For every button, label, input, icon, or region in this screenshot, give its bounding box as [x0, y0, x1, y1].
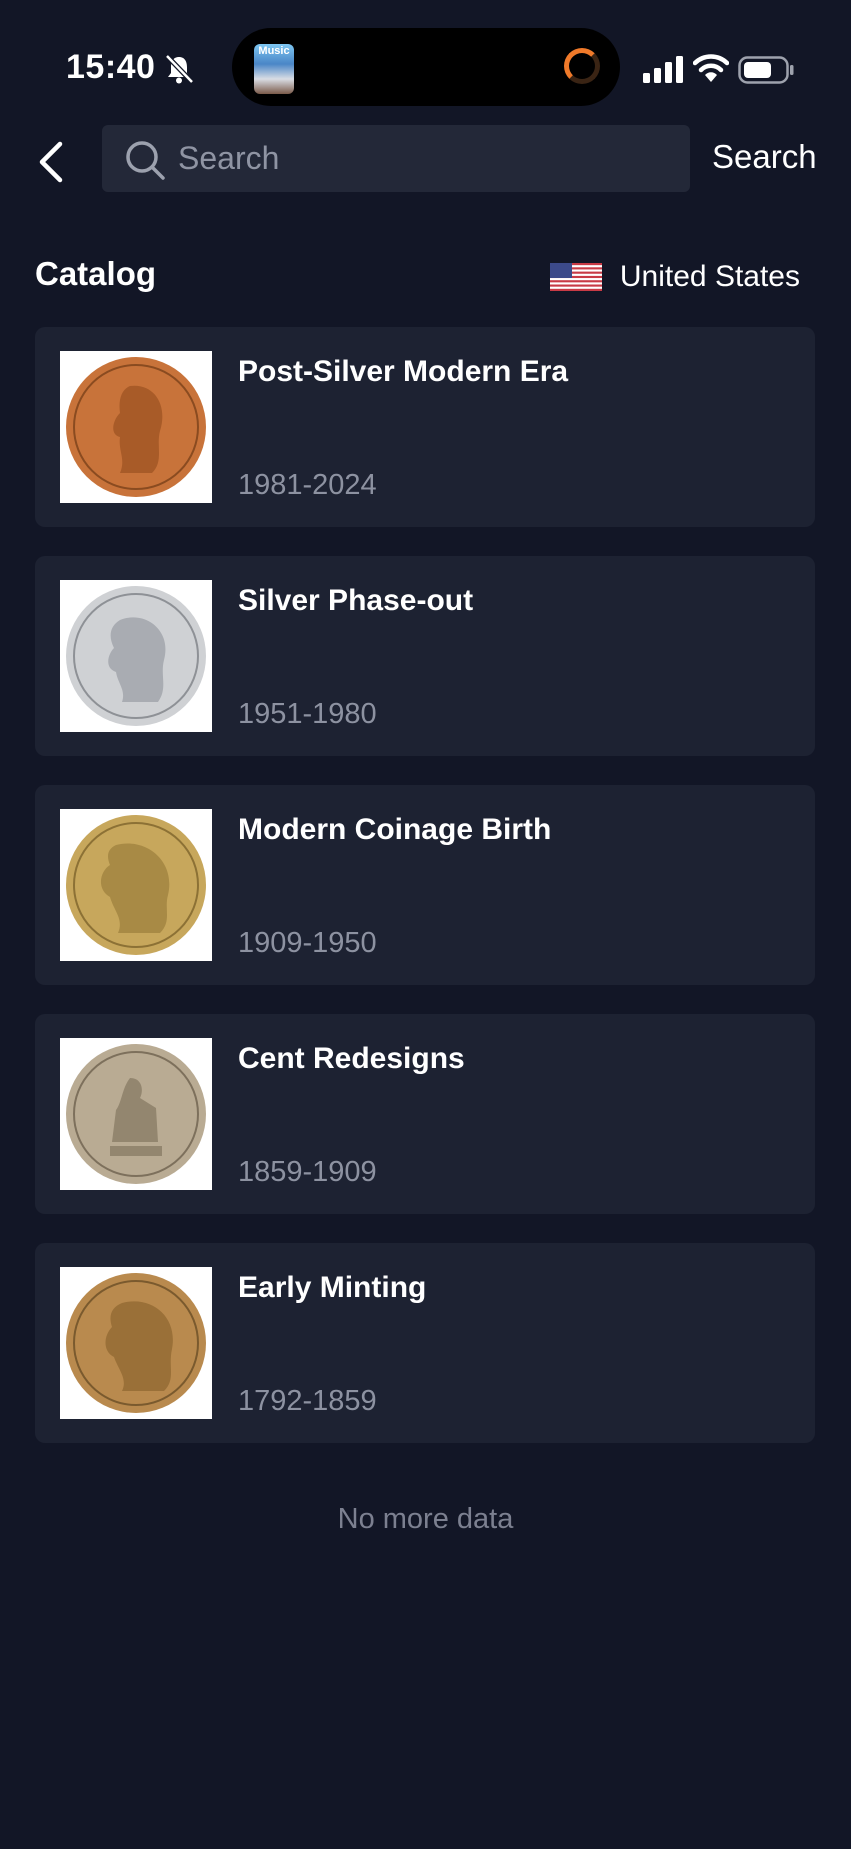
battery-icon — [738, 56, 794, 84]
era-title: Modern Coinage Birth — [238, 813, 552, 846]
catalog-header: Catalog United States — [35, 255, 800, 305]
era-list: Post-Silver Modern Era 1981-2024 Silver … — [35, 327, 815, 1472]
coin-thumbnail — [60, 809, 212, 961]
country-selector[interactable]: United States — [549, 257, 800, 297]
status-time: 15:40 — [66, 48, 156, 86]
era-years: 1909-1950 — [238, 927, 377, 959]
era-title: Post-Silver Modern Era — [238, 355, 569, 388]
coin-thumbnail — [60, 580, 212, 732]
search-bar[interactable] — [102, 125, 690, 192]
wifi-icon — [693, 54, 729, 82]
status-bar: 15:40 Music — [0, 0, 851, 130]
era-title: Silver Phase-out — [238, 584, 474, 617]
back-arrow-icon[interactable] — [30, 138, 74, 186]
end-of-list-text: No more data — [337, 1503, 514, 1535]
era-card-early-minting[interactable]: Early Minting 1792-1859 — [35, 1243, 815, 1443]
era-card-cent-redesigns[interactable]: Cent Redesigns 1859-1909 — [35, 1014, 815, 1214]
coin-image — [66, 1273, 206, 1413]
coin-image — [66, 357, 206, 497]
coin-thumbnail — [60, 351, 212, 503]
coin-image — [66, 1044, 206, 1184]
signal-icon — [643, 56, 683, 83]
era-years: 1951-1980 — [238, 698, 377, 730]
us-flag-icon — [549, 263, 602, 291]
era-years: 1792-1859 — [238, 1385, 377, 1417]
bell-slash-icon — [165, 54, 194, 84]
coin-image — [66, 815, 206, 955]
era-years: 1859-1909 — [238, 1156, 377, 1188]
coin-thumbnail — [60, 1267, 212, 1419]
era-card-silver-phase-out[interactable]: Silver Phase-out 1951-1980 — [35, 556, 815, 756]
search-icon — [126, 141, 165, 180]
era-title: Early Minting — [238, 1271, 427, 1304]
coin-thumbnail — [60, 1038, 212, 1190]
coin-image — [66, 586, 206, 726]
era-card-modern-coinage-birth[interactable]: Modern Coinage Birth 1909-1950 — [35, 785, 815, 985]
activity-ring-icon — [564, 48, 600, 84]
search-input[interactable] — [178, 125, 668, 192]
now-playing-artwork[interactable]: Music — [254, 44, 294, 94]
search-button[interactable]: Search — [712, 138, 817, 176]
country-name: United States — [619, 260, 800, 293]
dynamic-island[interactable]: Music — [232, 28, 620, 106]
era-years: 1981-2024 — [238, 469, 377, 501]
era-card-post-silver[interactable]: Post-Silver Modern Era 1981-2024 — [35, 327, 815, 527]
now-playing-label: Music — [258, 45, 290, 57]
catalog-title: Catalog — [35, 255, 157, 292]
era-title: Cent Redesigns — [238, 1042, 465, 1075]
search-header: Search — [0, 120, 851, 200]
